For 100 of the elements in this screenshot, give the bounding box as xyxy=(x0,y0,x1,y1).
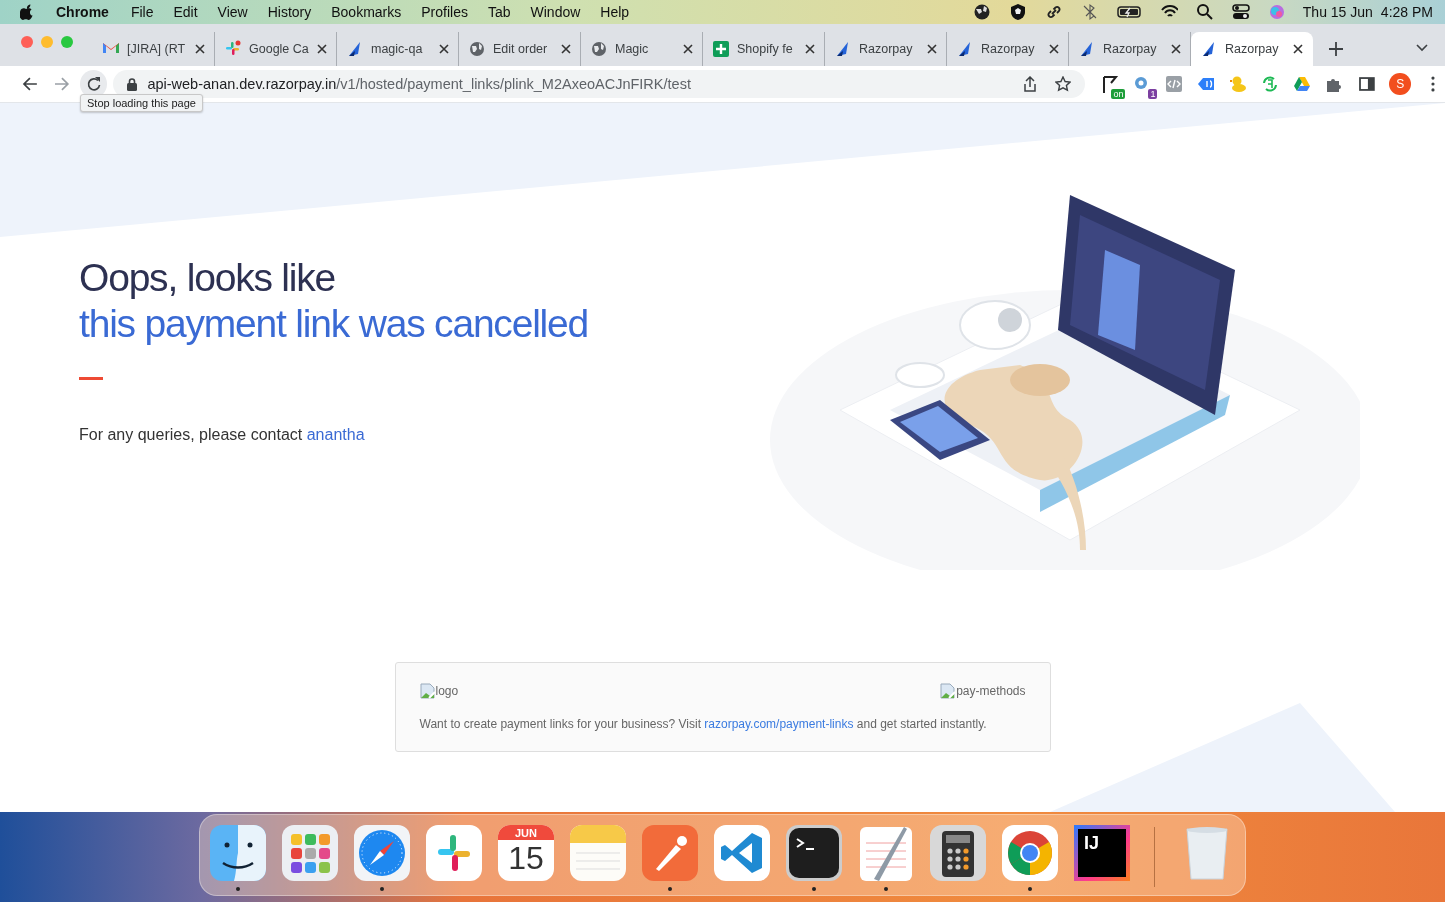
ribbon-icon[interactable] xyxy=(714,825,770,881)
tab-title: Razorpay xyxy=(1103,42,1158,56)
close-icon[interactable] xyxy=(317,44,327,54)
duck-icon xyxy=(1229,75,1248,93)
tag-icon xyxy=(1197,75,1216,93)
menu-bar-date[interactable]: Thu 15 Jun xyxy=(1302,4,1373,20)
face-icon[interactable] xyxy=(210,825,266,881)
flag-icon xyxy=(1101,75,1120,93)
menu-item[interactable]: Help xyxy=(590,4,640,20)
tab-title: Magic xyxy=(615,42,650,56)
menu-item[interactable]: File xyxy=(120,4,164,20)
menu-bar-time[interactable]: 4:28 PM xyxy=(1380,4,1433,20)
calculator-icon[interactable] xyxy=(930,825,986,881)
broken-image-icon xyxy=(419,683,436,699)
back-arrow-icon[interactable] xyxy=(22,76,38,92)
globe-icon[interactable] xyxy=(972,3,991,21)
tab-title: Google Ca xyxy=(249,42,310,56)
menu-item[interactable]: Window xyxy=(520,4,591,20)
running-indicator xyxy=(236,887,240,891)
link-icon[interactable] xyxy=(1044,3,1063,21)
image-alt-text: logo xyxy=(435,684,459,698)
chevron-down-icon[interactable] xyxy=(1416,44,1428,52)
close-icon[interactable] xyxy=(195,44,205,54)
app-menu[interactable]: Chrome xyxy=(54,4,111,20)
close-icon[interactable] xyxy=(561,44,571,54)
tab-title: Razorpay xyxy=(1225,42,1280,56)
reload-icon xyxy=(85,76,102,92)
menu-item[interactable]: Tab xyxy=(477,4,521,20)
side-panel-icon[interactable] xyxy=(1359,76,1376,92)
extension-button[interactable]: on xyxy=(1101,75,1126,99)
running-indicator xyxy=(884,887,888,891)
menu-item[interactable]: Bookmarks xyxy=(321,4,412,20)
pinwheel-icon[interactable] xyxy=(426,825,482,881)
pen-nib-icon[interactable] xyxy=(642,825,698,881)
ring-icon[interactable] xyxy=(1002,825,1058,881)
heading: Oops, looks like xyxy=(79,255,337,301)
profile-avatar[interactable]: S xyxy=(1389,73,1412,95)
running-indicator xyxy=(1028,887,1032,891)
forward-arrow-icon[interactable] xyxy=(53,76,70,92)
pinwheel-icon xyxy=(224,40,242,58)
close-icon[interactable] xyxy=(805,44,815,54)
calendar-app-button[interactable]: JUN 15 xyxy=(498,825,554,881)
extension-button[interactable]: 1 xyxy=(1133,75,1158,99)
pencil-paper-icon[interactable] xyxy=(858,825,914,881)
apple-icon[interactable] xyxy=(20,4,34,20)
close-icon[interactable] xyxy=(1171,44,1181,54)
heading: this payment link was cancelled xyxy=(79,301,590,347)
extension-badge: on xyxy=(1111,89,1126,99)
battery-icon[interactable] xyxy=(1116,3,1142,21)
browser-tab[interactable]: Razorpay xyxy=(1191,32,1313,66)
payment-links-link[interactable]: razorpay.com/payment-links xyxy=(704,717,854,731)
cycle-icon xyxy=(1261,75,1280,93)
globe-icon xyxy=(468,40,486,58)
triangle-icon xyxy=(1293,75,1312,93)
lock-icon xyxy=(127,77,138,91)
close-icon[interactable] xyxy=(1293,44,1303,54)
search-icon[interactable] xyxy=(1195,3,1214,21)
footer-text: Want to create payment links for your business? Visit razorpay.com/payment-links and get started instantly. xyxy=(419,717,988,731)
tab-title: Shopify fe xyxy=(737,42,794,56)
tooltip: Stop loading this page xyxy=(80,94,203,112)
tab-title: magic-qa xyxy=(371,42,424,56)
extension-button[interactable] xyxy=(1293,75,1312,93)
tab-title: Razorpay xyxy=(981,42,1036,56)
image-alt-text: pay-methods xyxy=(956,684,1026,698)
url-text[interactable]: api-web-anan.dev.razorpay.in/v1/hosted/payment_links/plink_M2AxeoACJnFIRK/test xyxy=(147,76,691,92)
terminal-icon[interactable] xyxy=(786,825,842,881)
menu-item[interactable]: Profiles xyxy=(411,4,478,20)
address-bar[interactable]: api-web-anan.dev.razorpay.in/v1/hosted/payment_links/plink_M2AxeoACJnFIRK/test xyxy=(113,70,1086,98)
extension-button[interactable] xyxy=(1165,75,1184,93)
app-grid-icon[interactable] xyxy=(282,825,338,881)
ide-app-button[interactable]: IJ xyxy=(1074,825,1130,881)
more-options-icon[interactable] xyxy=(1431,76,1435,92)
menu-item[interactable]: View xyxy=(207,4,258,20)
toggle-icon[interactable] xyxy=(1231,3,1250,21)
globe-icon xyxy=(590,40,608,58)
accent-rule xyxy=(79,377,103,380)
tab-title: [JIRA] (RT xyxy=(127,42,187,56)
close-icon[interactable] xyxy=(1049,44,1059,54)
compass-icon[interactable] xyxy=(354,825,410,881)
shield-icon[interactable] xyxy=(1008,3,1027,21)
star-icon[interactable] xyxy=(1055,76,1072,92)
tab-title: Edit order xyxy=(493,42,549,56)
extension-button[interactable] xyxy=(1261,75,1280,93)
contact-text: For any queries, please contact anantha xyxy=(79,426,366,444)
menu-item[interactable]: Edit xyxy=(163,4,208,20)
plus-icon[interactable] xyxy=(1329,42,1343,56)
extension-badge: 1 xyxy=(1148,89,1158,99)
spreadsheet-icon xyxy=(712,40,730,58)
share-icon[interactable] xyxy=(1023,76,1038,92)
tab-title: Razorpay xyxy=(859,42,914,56)
close-icon[interactable] xyxy=(927,44,937,54)
code-icon xyxy=(1165,75,1184,93)
extension-button[interactable] xyxy=(1197,75,1216,93)
running-indicator xyxy=(668,887,672,891)
close-icon[interactable] xyxy=(439,44,449,54)
menu-item[interactable]: History xyxy=(257,4,322,20)
contact-link[interactable]: anantha xyxy=(306,426,365,443)
close-icon[interactable] xyxy=(683,44,693,54)
running-indicator xyxy=(812,887,816,891)
running-indicator xyxy=(380,887,384,891)
